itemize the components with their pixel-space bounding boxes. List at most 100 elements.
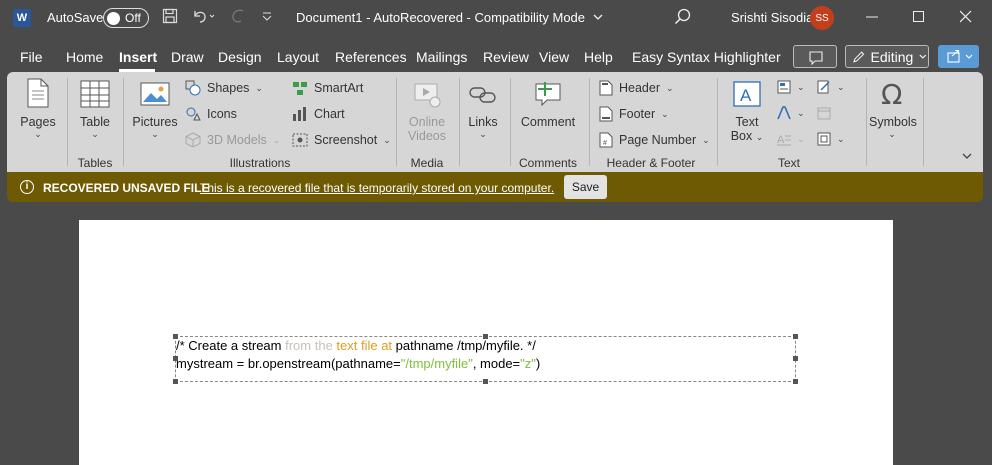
tab-mailings[interactable]: Mailings <box>416 49 467 65</box>
collapse-ribbon-icon[interactable] <box>961 150 973 164</box>
group-separator <box>510 78 511 166</box>
search-icon[interactable] <box>674 8 692 26</box>
group-separator <box>717 78 718 166</box>
chevron-down-icon: ⌄ <box>255 82 263 93</box>
pictures-button[interactable]: Pictures ⌄ <box>132 82 178 140</box>
minimize-icon[interactable] <box>866 7 878 28</box>
group-label-text: Text <box>777 156 800 170</box>
tab-draw[interactable]: Draw <box>171 49 204 65</box>
tab-insert[interactable]: Insert <box>119 49 157 65</box>
chevron-down-icon: ⌄ <box>797 107 805 118</box>
shapes-button[interactable]: Shapes ⌄ <box>185 80 263 96</box>
document-title[interactable]: Document1 - AutoRecovered - Compatibilit… <box>296 10 604 25</box>
smartart-button[interactable]: SmartArt <box>292 80 363 96</box>
resize-handle[interactable] <box>483 379 488 384</box>
maximize-icon[interactable] <box>913 7 925 28</box>
user-avatar[interactable]: SS <box>810 6 834 30</box>
resize-handle[interactable] <box>793 356 798 361</box>
pages-icon <box>27 78 49 108</box>
group-label-illustrations: Illustrations <box>229 156 291 170</box>
icons-label: Icons <box>207 107 237 121</box>
page-number-button[interactable]: # Page Number ⌄ <box>599 132 710 148</box>
tab-easy-syntax-highlighter[interactable]: Easy Syntax Highlighter <box>632 49 781 65</box>
screenshot-button[interactable]: Screenshot ⌄ <box>292 132 391 148</box>
screenshot-icon <box>292 133 308 147</box>
resize-handle[interactable] <box>793 334 798 339</box>
svg-text:A: A <box>740 86 752 105</box>
info-icon: i <box>20 180 34 194</box>
save-icon[interactable] <box>162 8 178 28</box>
icons-button[interactable]: Icons <box>185 106 237 122</box>
omega-icon: Ω <box>881 78 902 111</box>
chevron-down-icon: ⌄ <box>151 129 159 139</box>
infobar-message-link[interactable]: This is a recovered file that is tempora… <box>200 181 554 195</box>
resize-handle[interactable] <box>173 356 178 361</box>
quick-parts-button[interactable]: ⌄ <box>777 80 805 94</box>
toggle-knob <box>107 11 120 25</box>
autosave-toggle[interactable]: Off <box>103 8 149 28</box>
selected-text-box[interactable]: /* Create a stream from the text file at… <box>175 336 796 382</box>
customize-toolbar-icon[interactable] <box>262 8 272 28</box>
tab-home[interactable]: Home <box>66 49 103 65</box>
tab-design[interactable]: Design <box>218 49 262 65</box>
svg-text:Ω: Ω <box>881 80 902 108</box>
tab-review[interactable]: Review <box>483 49 529 65</box>
date-time-button[interactable] <box>817 106 831 120</box>
code-line-2[interactable]: mystream = br.openstream(pathname="/tmp/… <box>176 356 795 374</box>
resize-handle[interactable] <box>483 334 488 339</box>
tab-help[interactable]: Help <box>584 49 613 65</box>
pictures-icon <box>140 82 170 106</box>
table-button[interactable]: Table ⌄ <box>77 80 113 140</box>
tab-file[interactable]: File <box>20 49 43 65</box>
smartart-label: SmartArt <box>314 81 364 95</box>
group-separator <box>589 78 590 166</box>
header-label: Header <box>619 81 660 95</box>
group-label-header-footer: Header & Footer <box>606 156 696 170</box>
tab-references[interactable]: References <box>335 49 407 65</box>
chevron-down-icon: ⌄ <box>479 129 487 139</box>
comments-button[interactable] <box>793 45 837 68</box>
3d-models-button[interactable]: 3D Models ⌄ <box>185 132 280 148</box>
drop-cap-button[interactable]: A ⌄ <box>777 132 805 146</box>
new-comment-icon <box>535 82 561 107</box>
footer-button[interactable]: Footer ⌄ <box>599 106 669 122</box>
object-button[interactable]: ⌄ <box>817 132 845 146</box>
resize-handle[interactable] <box>173 334 178 339</box>
wordart-button[interactable]: ⌄ <box>777 106 805 120</box>
close-icon[interactable] <box>959 7 972 28</box>
online-videos-label-1: Online <box>408 115 446 129</box>
tab-layout[interactable]: Layout <box>277 49 319 65</box>
chevron-down-icon: ⌄ <box>837 133 845 144</box>
resize-handle[interactable] <box>793 379 798 384</box>
group-separator <box>123 78 124 166</box>
new-comment-button[interactable]: Comment <box>518 78 578 129</box>
save-button[interactable]: Save <box>564 175 607 199</box>
chevron-down-icon: ⌄ <box>837 81 845 92</box>
links-label: Links <box>468 115 498 129</box>
symbols-button[interactable]: Ω Symbols ⌄ <box>869 78 917 140</box>
group-label-media: Media <box>410 156 444 170</box>
resize-handle[interactable] <box>173 379 178 384</box>
share-button[interactable] <box>938 45 979 68</box>
redo-icon <box>229 8 247 28</box>
chevron-down-icon: ⌄ <box>888 129 896 139</box>
text-box-button[interactable]: A Text Box ⌄ <box>726 80 768 143</box>
tab-view[interactable]: View <box>539 49 569 65</box>
header-button[interactable]: Header ⌄ <box>599 80 674 96</box>
chevron-down-icon: ⌄ <box>383 134 391 145</box>
text-box-label-1: Text <box>735 115 759 129</box>
chart-button[interactable]: Chart <box>292 106 345 122</box>
header-icon <box>599 80 613 96</box>
pages-button[interactable]: Pages ⌄ <box>19 78 57 140</box>
link-icon <box>469 87 496 103</box>
editing-mode-button[interactable]: Editing <box>845 45 929 68</box>
code-line-1[interactable]: /* Create a stream from the text file at… <box>176 338 795 356</box>
user-name[interactable]: Srishti Sisodia <box>731 10 813 25</box>
signature-line-button[interactable]: ⌄ <box>817 80 845 94</box>
online-videos-button[interactable]: Online Videos <box>405 82 449 143</box>
links-button[interactable]: Links ⌄ <box>463 82 503 140</box>
online-video-icon <box>414 83 441 108</box>
undo-icon[interactable] <box>191 8 215 28</box>
text-box-label-2: Box ⌄ <box>730 129 764 143</box>
text-box-icon: A <box>733 81 761 107</box>
